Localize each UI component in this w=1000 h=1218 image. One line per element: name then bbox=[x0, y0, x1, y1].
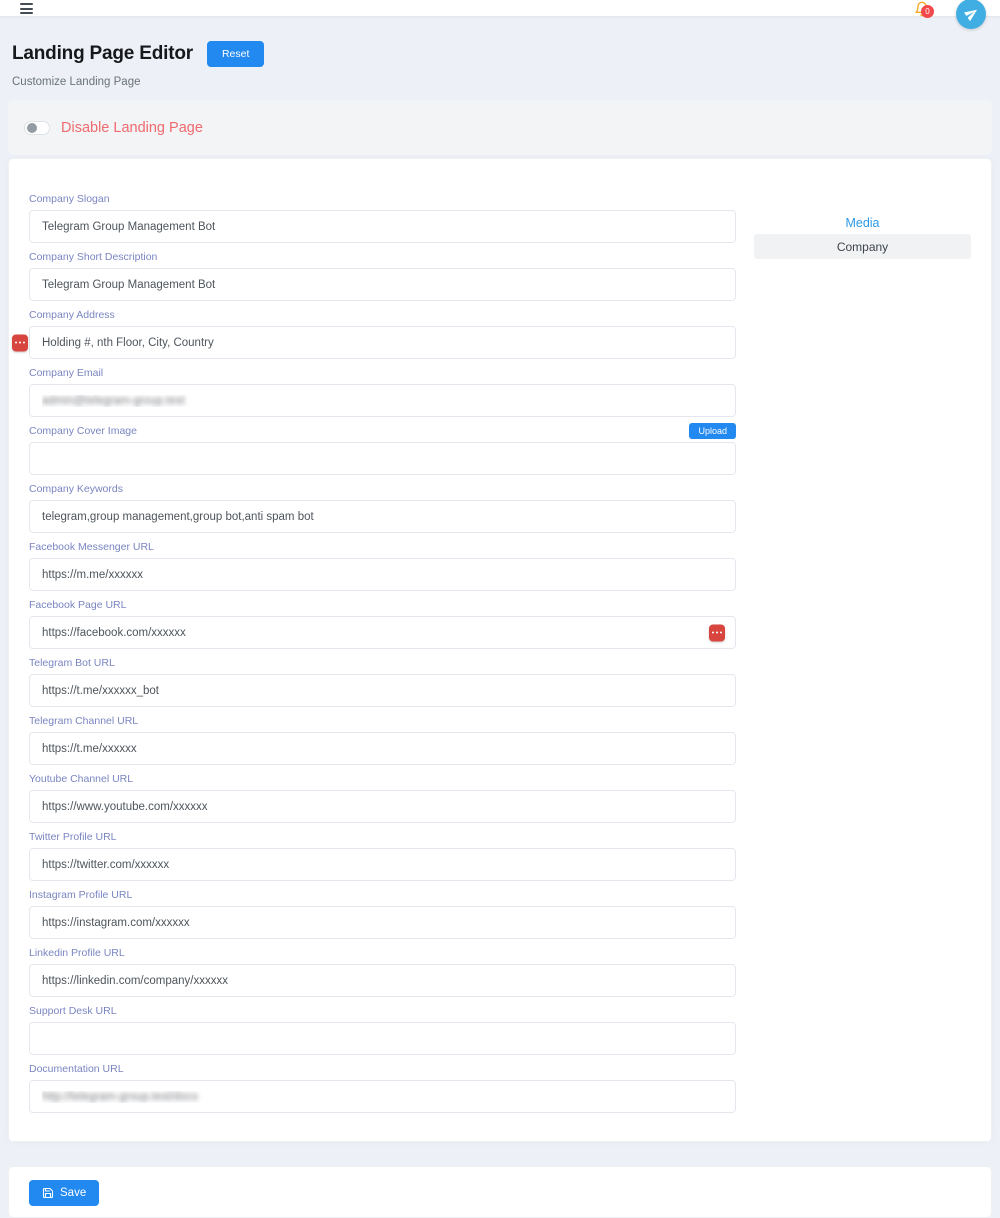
form-field: Facebook Page URL bbox=[29, 597, 736, 649]
page-header: Landing Page Editor Reset bbox=[12, 41, 988, 67]
form-field: Company Slogan bbox=[29, 191, 736, 243]
company-short-description-input[interactable] bbox=[29, 268, 736, 301]
save-button-label: Save bbox=[60, 1187, 86, 1199]
disable-landing-card: Disable Landing Page bbox=[8, 100, 992, 155]
company-slogan-input[interactable] bbox=[29, 210, 736, 243]
form-field: Support Desk URL bbox=[29, 1003, 736, 1055]
form-fields: Company Slogan Company Short Description… bbox=[29, 191, 736, 1119]
field-label: Youtube Channel URL bbox=[29, 773, 133, 785]
telegram-bot-url-input[interactable] bbox=[29, 674, 736, 707]
company-address-input[interactable] bbox=[29, 326, 736, 359]
form-field: Facebook Messenger URL bbox=[29, 539, 736, 591]
save-card: Save bbox=[8, 1166, 992, 1218]
linkedin-profile-url-input[interactable] bbox=[29, 964, 736, 997]
field-label: Telegram Bot URL bbox=[29, 657, 115, 669]
company-cover-image-input[interactable] bbox=[29, 442, 736, 475]
field-label: Telegram Channel URL bbox=[29, 715, 138, 727]
notifications-button[interactable]: 0 bbox=[914, 1, 938, 21]
nav-item-company[interactable]: Company bbox=[754, 234, 971, 259]
toggle-knob bbox=[27, 123, 37, 133]
top-navbar: 0 bbox=[0, 0, 1000, 16]
field-label: Twitter Profile URL bbox=[29, 831, 117, 843]
red-ellipsis-badge-icon bbox=[12, 334, 28, 351]
field-label: Company Address bbox=[29, 309, 115, 321]
nav-item-media[interactable]: Media bbox=[754, 216, 971, 231]
form-field: Documentation URL bbox=[29, 1061, 736, 1113]
form-field: Linkedin Profile URL bbox=[29, 945, 736, 997]
field-label: Company Cover Image bbox=[29, 425, 137, 437]
page-content: Landing Page Editor Reset Customize Land… bbox=[0, 41, 1000, 1218]
twitter-profile-url-input[interactable] bbox=[29, 848, 736, 881]
support-desk-url-input[interactable] bbox=[29, 1022, 736, 1055]
documentation-url-input[interactable] bbox=[29, 1080, 736, 1113]
menu-icon[interactable] bbox=[20, 3, 33, 17]
field-label: Facebook Messenger URL bbox=[29, 541, 154, 553]
form-field: Company Short Description bbox=[29, 249, 736, 301]
notification-badge: 0 bbox=[921, 5, 934, 18]
field-label: Company Short Description bbox=[29, 251, 157, 263]
field-label: Company Keywords bbox=[29, 483, 123, 495]
section-nav: Media Company bbox=[754, 191, 971, 1119]
field-label: Facebook Page URL bbox=[29, 599, 126, 611]
form-field: Instagram Profile URL bbox=[29, 887, 736, 939]
telegram-button[interactable] bbox=[956, 0, 986, 29]
form-field: Twitter Profile URL bbox=[29, 829, 736, 881]
telegram-send-icon bbox=[962, 4, 981, 23]
facebook-messenger-url-input[interactable] bbox=[29, 558, 736, 591]
form-field: Telegram Bot URL bbox=[29, 655, 736, 707]
field-label: Instagram Profile URL bbox=[29, 889, 132, 901]
disable-landing-label: Disable Landing Page bbox=[61, 120, 203, 136]
upload-button[interactable]: Upload bbox=[689, 423, 736, 439]
page-title: Landing Page Editor bbox=[12, 43, 193, 65]
form-field: Company Cover Image Upload bbox=[29, 423, 736, 475]
field-label: Support Desk URL bbox=[29, 1005, 117, 1017]
telegram-channel-url-input[interactable] bbox=[29, 732, 736, 765]
save-button[interactable]: Save bbox=[29, 1180, 99, 1206]
red-ellipsis-badge-icon bbox=[709, 624, 725, 641]
facebook-page-url-input[interactable] bbox=[29, 616, 736, 649]
field-label: Documentation URL bbox=[29, 1063, 124, 1075]
disable-landing-toggle[interactable] bbox=[24, 121, 50, 135]
form-field: Company Email bbox=[29, 365, 736, 417]
company-keywords-input[interactable] bbox=[29, 500, 736, 533]
form-field: Telegram Channel URL bbox=[29, 713, 736, 765]
company-email-input[interactable] bbox=[29, 384, 736, 417]
form-field: Company Keywords bbox=[29, 481, 736, 533]
youtube-channel-url-input[interactable] bbox=[29, 790, 736, 823]
field-label: Company Slogan bbox=[29, 193, 110, 205]
field-label: Company Email bbox=[29, 367, 103, 379]
landing-form-card: Company Slogan Company Short Description… bbox=[8, 158, 992, 1142]
field-label: Linkedin Profile URL bbox=[29, 947, 125, 959]
form-field: Youtube Channel URL bbox=[29, 771, 736, 823]
instagram-profile-url-input[interactable] bbox=[29, 906, 736, 939]
floppy-disk-icon bbox=[42, 1187, 54, 1199]
form-field: Company Address bbox=[29, 307, 736, 359]
reset-button[interactable]: Reset bbox=[207, 41, 264, 67]
page-subtitle: Customize Landing Page bbox=[12, 76, 988, 88]
